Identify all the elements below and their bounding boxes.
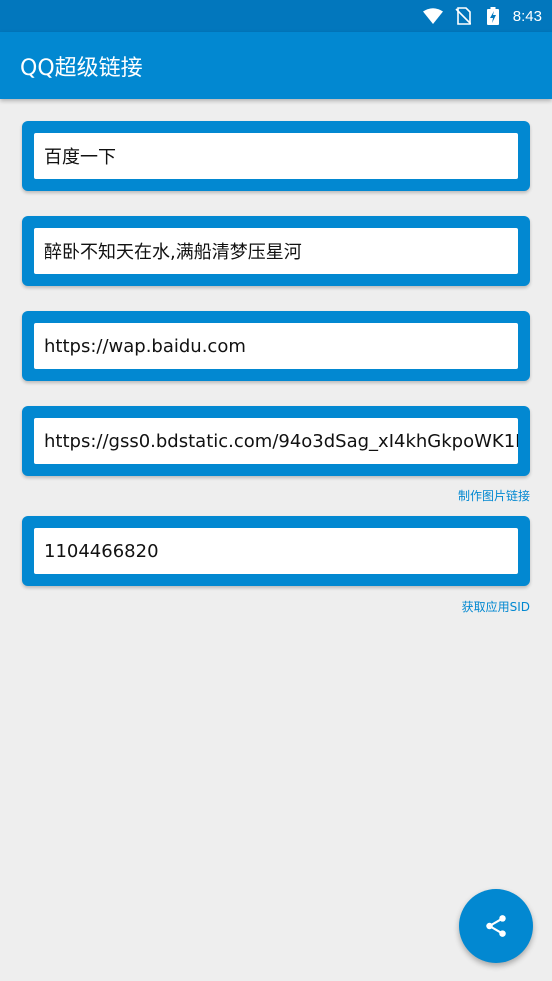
description-field-card: 醉卧不知天在水,满船清梦压星河	[22, 216, 530, 286]
url-field-card: https://wap.baidu.com	[22, 311, 530, 381]
share-icon	[483, 913, 509, 939]
status-bar: 8:43	[0, 0, 552, 32]
share-button[interactable]	[459, 889, 533, 963]
make-image-link-button[interactable]: 制作图片链接	[458, 487, 530, 504]
image-url-field-card: https://gss0.bdstatic.com/94o3dSag_xI4kh…	[22, 406, 530, 476]
app-bar: QQ超级链接	[0, 32, 552, 99]
url-input[interactable]: https://wap.baidu.com	[34, 323, 518, 369]
clock: 8:43	[512, 7, 542, 25]
title-field-card: 百度一下	[22, 121, 530, 191]
sid-input[interactable]: 1104466820	[34, 528, 518, 574]
description-input[interactable]: 醉卧不知天在水,满船清梦压星河	[34, 228, 518, 274]
title-input[interactable]: 百度一下	[34, 133, 518, 179]
app-title: QQ超级链接	[20, 55, 143, 81]
image-url-input[interactable]: https://gss0.bdstatic.com/94o3dSag_xI4kh…	[34, 418, 518, 464]
get-app-sid-button[interactable]: 获取应用SID	[462, 598, 530, 615]
sid-field-card: 1104466820	[22, 516, 530, 586]
wifi-icon	[422, 6, 443, 26]
battery-charging-icon	[483, 6, 503, 26]
no-sim-icon	[453, 6, 473, 26]
